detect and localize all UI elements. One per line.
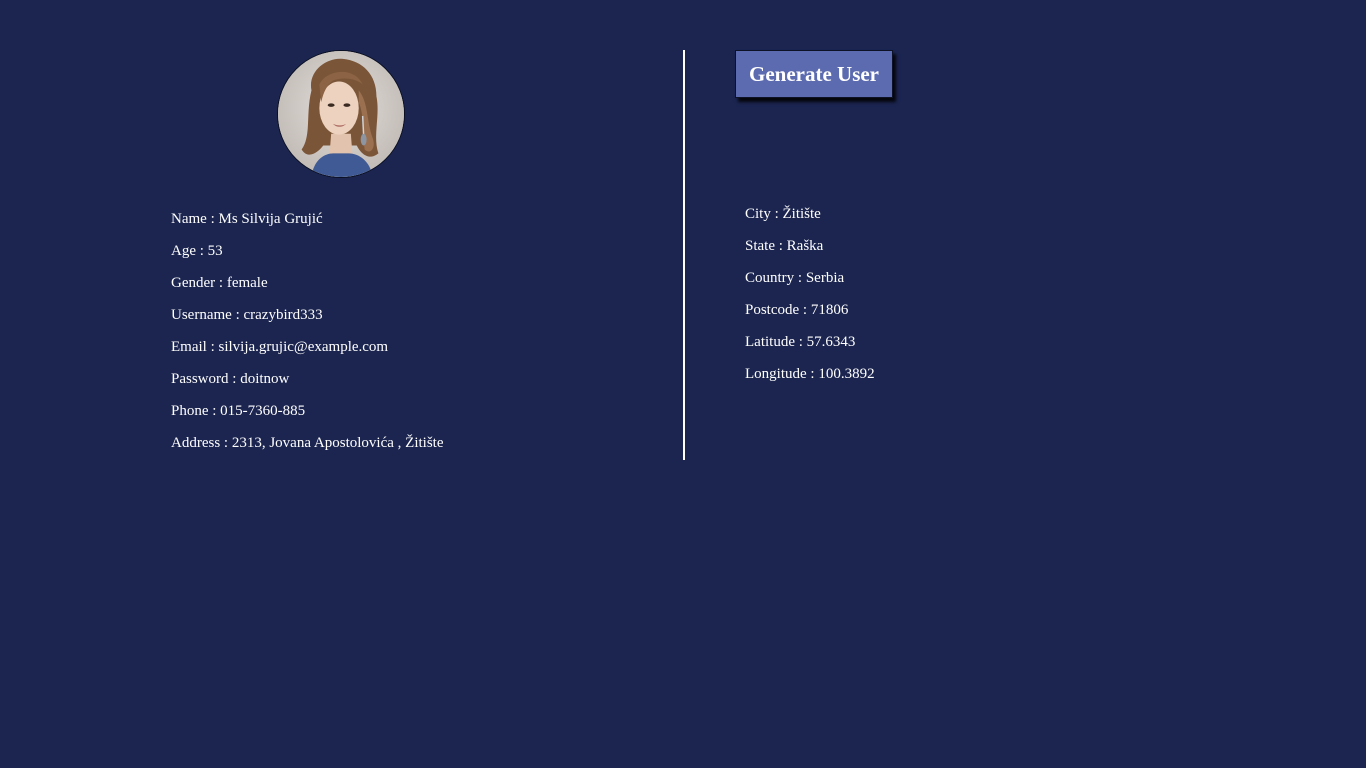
- password-detail: Password : doitnow: [171, 371, 290, 387]
- state-detail: State : Raška: [745, 238, 824, 254]
- country-detail: Country : Serbia: [745, 270, 845, 286]
- email-detail: Email : silvija.grujic@example.com: [171, 339, 389, 355]
- gender-detail: Gender : female: [171, 275, 268, 291]
- city-detail: City : Žitište: [745, 206, 821, 222]
- vertical-divider: [683, 50, 685, 460]
- longitude-detail: Longitude : 100.3892: [745, 366, 875, 382]
- postcode-detail: Postcode : 71806: [745, 302, 849, 318]
- user-generator-page: Name : Ms Silvija Grujić Age : 53 Gender…: [0, 0, 1366, 768]
- user-details-list: Name : Ms Silvija Grujić Age : 53 Gender…: [171, 209, 651, 465]
- latitude-detail: Latitude : 57.6343: [745, 334, 856, 350]
- phone-detail: Phone : 015-7360-885: [171, 403, 306, 419]
- username-detail: Username : crazybird333: [171, 307, 323, 323]
- address-detail: Address : 2313, Jovana Apostolovića , Ži…: [171, 435, 444, 451]
- location-details-list: City : Žitište State : Raška Country : S…: [745, 204, 1145, 396]
- age-detail: Age : 53: [171, 243, 223, 259]
- user-avatar: [277, 50, 405, 178]
- user-portrait-icon: [278, 51, 404, 177]
- name-detail: Name : Ms Silvija Grujić: [171, 211, 323, 227]
- generate-user-button[interactable]: Generate User: [735, 50, 893, 98]
